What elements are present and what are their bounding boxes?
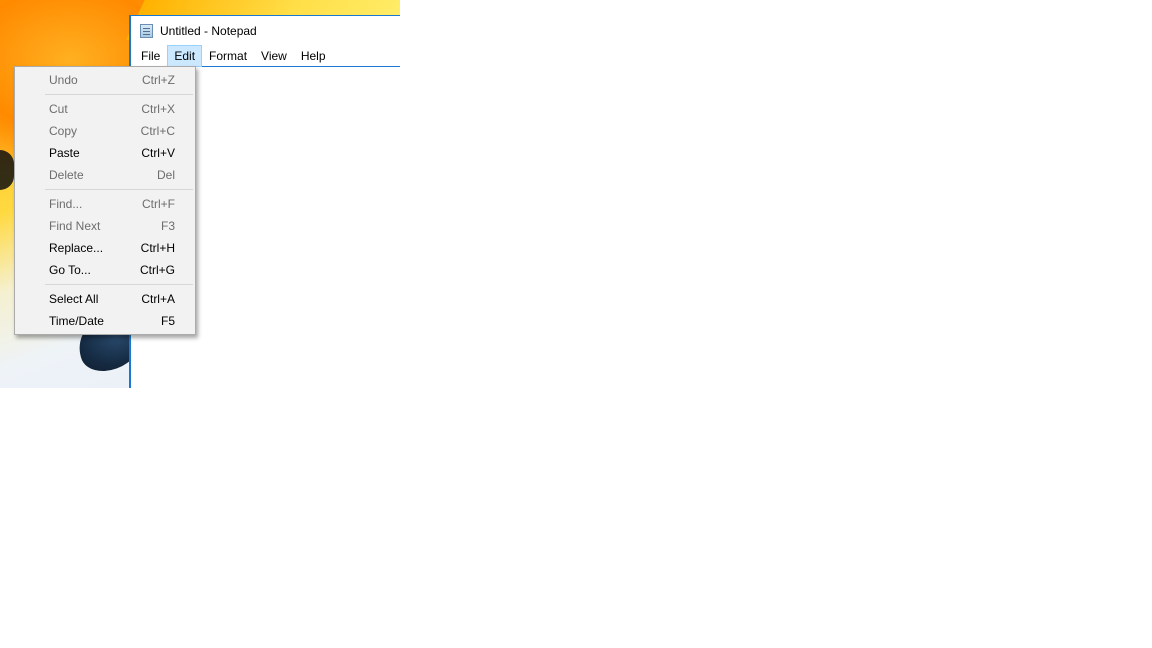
menu-item-label: Delete: [49, 168, 84, 182]
menu-item-shortcut: F5: [160, 314, 175, 328]
menu-view[interactable]: View: [254, 45, 294, 67]
menu-separator: [45, 189, 193, 190]
menu-separator: [45, 94, 193, 95]
menu-item-shortcut: Ctrl+G: [139, 263, 175, 277]
menu-item-shortcut: Ctrl+V: [141, 146, 175, 160]
menu-item-shortcut: Ctrl+Z: [142, 73, 175, 87]
menu-item-label: Find Next: [49, 219, 101, 233]
menu-item-label: Undo: [49, 73, 78, 87]
menu-item-label: Go To...: [49, 263, 91, 277]
menu-item-find[interactable]: Find... Ctrl+F: [15, 193, 195, 215]
notepad-icon[interactable]: [140, 23, 153, 38]
menu-item-select-all[interactable]: Select All Ctrl+A: [15, 288, 195, 310]
title-bar[interactable]: Untitled - Notepad: [131, 15, 400, 45]
menu-item-shortcut: Ctrl+X: [141, 102, 175, 116]
menu-bar: File Edit Format View Help: [131, 44, 400, 67]
menu-item-goto[interactable]: Go To... Ctrl+G: [15, 259, 195, 281]
window-title: Untitled - Notepad: [160, 23, 257, 38]
menu-file[interactable]: File: [134, 45, 167, 67]
menu-format[interactable]: Format: [202, 45, 254, 67]
wallpaper-shape: [0, 150, 14, 190]
menu-item-label: Time/Date: [49, 314, 104, 328]
menu-item-label: Copy: [49, 124, 78, 138]
menu-item-time-date[interactable]: Time/Date F5: [15, 310, 195, 332]
menu-item-copy[interactable]: Copy Ctrl+C: [15, 120, 195, 142]
menu-item-label: Cut: [49, 102, 68, 116]
menu-item-label: Select All: [49, 292, 99, 306]
menu-item-shortcut: Ctrl+F: [142, 197, 175, 211]
menu-item-label: Find...: [49, 197, 83, 211]
menu-item-shortcut: Del: [156, 168, 175, 182]
menu-item-find-next[interactable]: Find Next F3: [15, 215, 195, 237]
menu-item-undo[interactable]: Undo Ctrl+Z: [15, 69, 195, 91]
menu-item-replace[interactable]: Replace... Ctrl+H: [15, 237, 195, 259]
menu-item-cut[interactable]: Cut Ctrl+X: [15, 98, 195, 120]
menu-item-shortcut: Ctrl+A: [141, 292, 175, 306]
menu-item-label: Replace...: [49, 241, 104, 255]
menu-item-shortcut: Ctrl+H: [140, 241, 175, 255]
menu-help[interactable]: Help: [294, 45, 333, 67]
edit-menu-dropdown: Undo Ctrl+Z Cut Ctrl+X Copy Ctrl+C Paste…: [14, 66, 196, 335]
menu-item-shortcut: Ctrl+C: [140, 124, 175, 138]
menu-item-paste[interactable]: Paste Ctrl+V: [15, 142, 195, 164]
menu-item-label: Paste: [49, 146, 80, 160]
menu-separator: [45, 284, 193, 285]
menu-edit[interactable]: Edit: [167, 44, 203, 67]
menu-item-shortcut: F3: [160, 219, 175, 233]
menu-item-delete[interactable]: Delete Del: [15, 164, 195, 186]
